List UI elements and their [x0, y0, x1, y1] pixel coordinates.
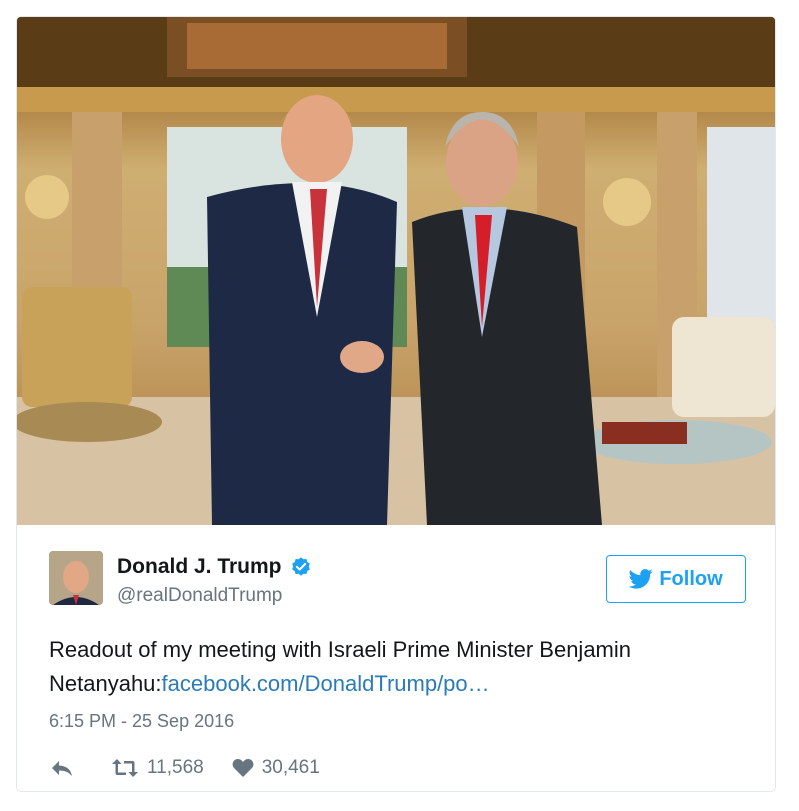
retweet-button[interactable]: 11,568 — [111, 757, 204, 779]
author-name[interactable]: Donald J. Trump — [117, 555, 282, 579]
author-handle[interactable]: @realDonaldTrump — [117, 585, 282, 607]
heart-icon — [232, 759, 254, 777]
avatar-image — [49, 551, 103, 605]
twitter-bird-icon — [629, 569, 653, 589]
tweet-photo[interactable] — [17, 17, 775, 525]
tweet-text: Readout of my meeting with Israeli Prime… — [49, 633, 749, 701]
tweet-body: Donald J. Trump @realDonaldTrump Follow … — [17, 525, 775, 791]
follow-button-label: Follow — [659, 567, 723, 590]
avatar[interactable] — [49, 551, 103, 605]
photo-illustration — [17, 17, 775, 525]
like-count: 30,461 — [261, 757, 320, 778]
follow-button[interactable]: Follow — [606, 555, 746, 603]
tweet-actions: 11,568 30,461 — [49, 757, 348, 779]
retweet-count: 11,568 — [147, 757, 204, 778]
reply-button[interactable] — [49, 758, 83, 778]
author-name-row: Donald J. Trump — [117, 555, 312, 579]
like-button[interactable]: 30,461 — [232, 757, 320, 779]
verified-badge-icon — [291, 557, 310, 576]
tweet-link[interactable]: facebook.com/DonaldTrump/po… — [162, 671, 490, 696]
reply-icon — [52, 761, 72, 776]
embedded-tweet-card: Donald J. Trump @realDonaldTrump Follow … — [16, 16, 776, 792]
tweet-timestamp[interactable]: 6:15 PM - 25 Sep 2016 — [49, 711, 234, 732]
retweet-icon — [112, 759, 138, 777]
